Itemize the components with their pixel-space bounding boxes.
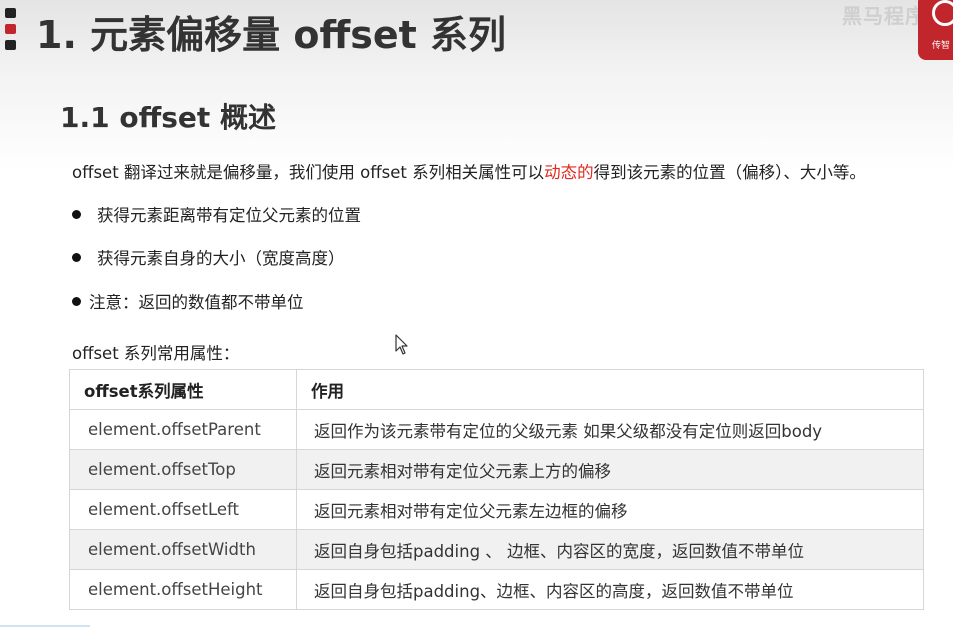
intro-text-before: offset 翻译过来就是偏移量，我们使用 offset 系列相关属性可以 xyxy=(72,163,545,182)
brand-sub-text: 传智 xyxy=(932,41,951,51)
description-cell: 返回自身包括padding 、 边框、内容区的宽度，返回数值不带单位 xyxy=(296,529,924,570)
bullet-text: 获得元素自身的大小（宽度高度） xyxy=(97,249,345,268)
table-caption: offset 系列常用属性： xyxy=(72,344,240,363)
bullet-item: 获得元素自身的大小（宽度高度） xyxy=(72,245,345,269)
property-cell: element.offsetHeight xyxy=(69,569,297,610)
table-row: element.offsetTop 返回元素相对带有定位父元素上方的偏移 xyxy=(69,449,924,490)
page-title: 1. 元素偏移量 offset 系列 xyxy=(36,13,507,57)
bullet-item: 注意：返回的数值都不带单位 xyxy=(72,289,304,313)
bullet-text: 注意：返回的数值都不带单位 xyxy=(89,293,304,312)
title-marker-icon xyxy=(5,8,17,56)
property-cell: element.offsetLeft xyxy=(69,489,297,530)
mouse-pointer-icon xyxy=(395,334,408,355)
bullet-item: 获得元素距离带有定位父元素的位置 xyxy=(72,202,361,226)
property-cell: element.offsetTop xyxy=(69,449,297,490)
intro-highlight: 动态的 xyxy=(544,163,594,182)
description-cell: 返回元素相对带有定位父元素上方的偏移 xyxy=(296,449,924,490)
description-cell: 返回自身包括padding、边框、内容区的高度，返回数值不带单位 xyxy=(296,569,924,610)
bullet-text: 获得元素距离带有定位父元素的位置 xyxy=(97,206,361,225)
property-cell: element.offsetParent xyxy=(69,409,297,450)
bullet-dot-icon xyxy=(72,210,81,219)
table-header-row: offset系列属性 作用 xyxy=(69,369,924,410)
description-cell: 返回作为该元素带有定位的父级元素 如果父级都没有定位则返回body xyxy=(296,409,924,450)
table-row: element.offsetParent 返回作为该元素带有定位的父级元素 如果… xyxy=(69,409,924,450)
offset-properties-table: offset系列属性 作用 element.offsetParent 返回作为该… xyxy=(69,369,924,610)
property-cell: element.offsetWidth xyxy=(69,529,297,570)
section-title: 1.1 offset 概述 xyxy=(60,101,277,134)
column-header-function: 作用 xyxy=(296,369,924,410)
brand-logo-icon: 传智 xyxy=(918,0,953,60)
progress-line xyxy=(0,625,90,627)
intro-paragraph: offset 翻译过来就是偏移量，我们使用 offset 系列相关属性可以动态的… xyxy=(72,159,866,183)
table-row: element.offsetHeight 返回自身包括padding、边框、内容… xyxy=(69,569,924,610)
table-row: element.offsetLeft 返回元素相对带有定位父元素左边框的偏移 xyxy=(69,489,924,530)
intro-text-after: 得到该元素的位置（偏移）、大小等。 xyxy=(593,163,866,182)
brand-text: 黑马程序 xyxy=(842,4,926,28)
description-cell: 返回元素相对带有定位父元素左边框的偏移 xyxy=(296,489,924,530)
bullet-dot-icon xyxy=(72,297,81,306)
table-row: element.offsetWidth 返回自身包括padding 、 边框、内… xyxy=(69,529,924,570)
bullet-dot-icon xyxy=(72,253,81,262)
column-header-property: offset系列属性 xyxy=(69,369,297,410)
